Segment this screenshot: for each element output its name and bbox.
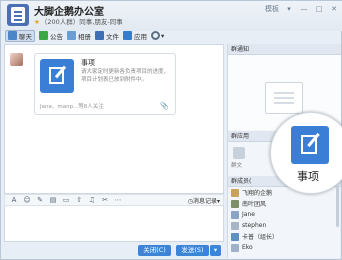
- emoji-icon[interactable]: ☺: [23, 196, 31, 204]
- close-icon[interactable]: ✕: [329, 5, 339, 13]
- task-title: 事项: [81, 59, 95, 67]
- group-category: 同事,朋友-同事: [79, 18, 123, 26]
- star-icon: ★: [34, 18, 40, 26]
- chat-window: 大脚企鹅办公室 ★（200人群）同事,朋友-同事 模板 ▾ — □ ✕ 聊天 公…: [0, 0, 342, 260]
- member-avatar: [231, 199, 239, 208]
- member-item[interactable]: 南叶团风: [228, 198, 341, 209]
- task-icon: [291, 126, 329, 164]
- close-button[interactable]: 关闭(C): [138, 245, 171, 256]
- callout-label: 事项: [297, 170, 319, 183]
- notice-header[interactable]: 群通知: [228, 44, 341, 55]
- tab-chat-label: 聊天: [19, 32, 32, 41]
- attachment-icon[interactable]: 📎: [160, 102, 169, 110]
- message-input[interactable]: [4, 206, 224, 242]
- tab-notice-label: 公告: [50, 32, 63, 41]
- screenshot-icon[interactable]: ▭: [62, 196, 70, 204]
- notice-icon: [39, 31, 48, 40]
- member-name: Jane: [242, 211, 255, 218]
- music-icon[interactable]: ♫: [88, 196, 96, 204]
- tab-app[interactable]: 应用: [123, 31, 147, 41]
- doodle-icon[interactable]: ✎: [36, 196, 44, 204]
- scissors-icon[interactable]: ✂: [101, 196, 109, 204]
- group-subtitle: ★（200人群）同事,朋友-同事: [34, 16, 123, 26]
- member-scrollbar[interactable]: [336, 187, 339, 227]
- task-followers[interactable]: Jane、manp...等8人关注: [40, 102, 104, 110]
- member-list: 飞翔的企鹅 南叶团风 Jane stephen 卡普（组长） Eko: [228, 187, 341, 253]
- member-name: Eko: [242, 244, 253, 251]
- app-icon: [123, 31, 132, 40]
- file-icon: [95, 31, 104, 40]
- group-file-icon[interactable]: [233, 147, 245, 159]
- member-count: （200人群）: [40, 18, 80, 26]
- member-item[interactable]: 卡普（组长）: [228, 231, 341, 242]
- task-card[interactable]: 事项 请大家定时更新各负责项目的进度，项目计划表已放到附件中。 Jane、man…: [34, 53, 176, 115]
- member-item[interactable]: Eko: [228, 242, 341, 253]
- more-icon[interactable]: ⋯: [114, 196, 122, 204]
- member-item[interactable]: Jane: [228, 209, 341, 220]
- member-name: 南叶团风: [242, 201, 267, 208]
- member-name: stephen: [242, 222, 267, 229]
- minimize-icon[interactable]: —: [299, 5, 309, 13]
- upload-icon[interactable]: ⇧: [75, 196, 83, 204]
- task-icon: [40, 59, 74, 93]
- member-avatar: [231, 221, 239, 230]
- tab-notice[interactable]: 公告: [39, 31, 63, 41]
- sender-avatar[interactable]: [10, 53, 23, 66]
- send-options-button[interactable]: ▾: [210, 245, 221, 256]
- member-name: 飞翔的企鹅: [242, 190, 273, 197]
- member-avatar: [231, 188, 239, 197]
- member-avatar: [231, 243, 239, 252]
- image-icon[interactable]: ▤: [49, 196, 57, 204]
- group-file-label[interactable]: 群文: [231, 161, 242, 169]
- tab-photo[interactable]: 相册: [67, 31, 91, 41]
- message-history-button[interactable]: ◷消息记录▾: [188, 196, 220, 205]
- tab-file[interactable]: 文件: [95, 31, 119, 41]
- gear-icon: [151, 31, 160, 40]
- toolbar: 聊天 公告 相册 文件 应用 ▾: [1, 28, 221, 43]
- settings-dropdown-icon: ▾: [161, 31, 165, 40]
- group-avatar[interactable]: [7, 4, 29, 26]
- tab-file-label: 文件: [106, 32, 119, 41]
- member-avatar: [231, 210, 239, 219]
- chat-icon: [8, 31, 17, 40]
- dropdown-icon[interactable]: ▾: [284, 5, 294, 13]
- mode-button[interactable]: 模板: [265, 4, 279, 14]
- tab-chat[interactable]: 聊天: [5, 29, 35, 42]
- member-item[interactable]: stephen: [228, 220, 341, 231]
- zoom-callout: 事项: [270, 112, 342, 194]
- task-description: 请大家定时更新各负责项目的进度，项目计划表已放到附件中。: [81, 69, 170, 83]
- notice-placeholder-icon: [265, 82, 303, 114]
- send-button[interactable]: 发送(S): [176, 245, 209, 256]
- tab-photo-label: 相册: [78, 32, 91, 41]
- maximize-icon[interactable]: □: [314, 5, 324, 13]
- format-toolbar: A ☺ ✎ ▤ ▭ ⇧ ♫ ✂ ⋯ ◷消息记录▾: [4, 194, 224, 206]
- member-name: 卡普（组长）: [242, 234, 279, 241]
- font-icon[interactable]: A: [10, 196, 18, 204]
- member-avatar: [231, 232, 239, 241]
- photo-icon: [67, 31, 76, 40]
- title-bar: 大脚企鹅办公室 ★（200人群）同事,朋友-同事 模板 ▾ — □ ✕: [1, 1, 342, 31]
- tab-app-label: 应用: [134, 32, 147, 41]
- window-controls: 模板 ▾ — □ ✕: [265, 4, 339, 14]
- settings-button[interactable]: ▾: [151, 31, 164, 40]
- message-area[interactable]: 事项 请大家定时更新各负责项目的进度，项目计划表已放到附件中。 Jane、man…: [4, 44, 224, 194]
